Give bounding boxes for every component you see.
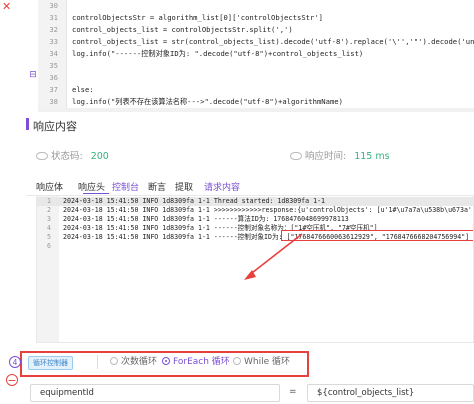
annotation-arrow — [244, 233, 303, 280]
radio-selected-icon — [162, 357, 170, 365]
divider — [97, 355, 98, 369]
radio-count-loop[interactable]: 次数循环 — [110, 356, 157, 368]
arrow-shaft — [247, 233, 303, 277]
radio-while-loop[interactable]: While 循环 — [233, 356, 290, 368]
step-number-badge: 4 — [9, 356, 21, 368]
radio-foreach-loop[interactable]: ForEach 循环 — [162, 356, 230, 368]
variable-value-input[interactable]: ${control_objects_list} — [307, 384, 474, 402]
radio-icon — [110, 357, 118, 365]
variable-name-input[interactable]: equipmentId — [30, 384, 280, 402]
loop-controller-tag: 循环控制器 — [28, 356, 73, 370]
radio-icon — [233, 357, 241, 365]
equals-sign: = — [289, 387, 297, 397]
